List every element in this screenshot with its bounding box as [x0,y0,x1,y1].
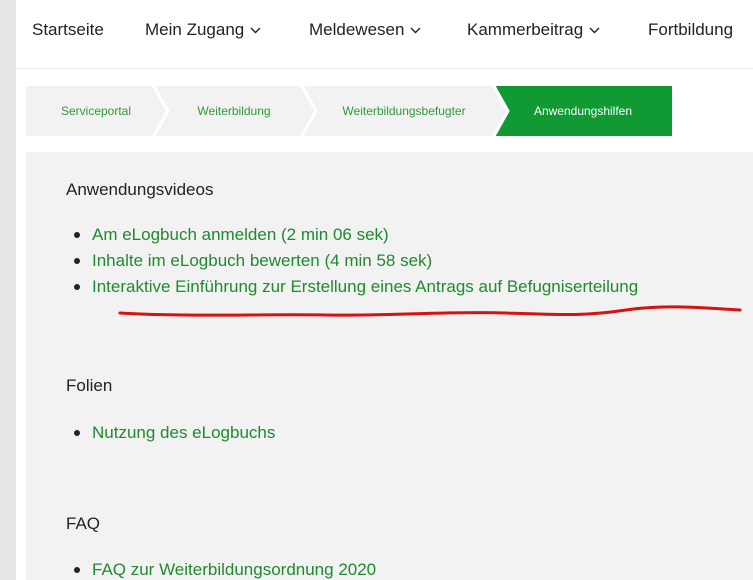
list-item: Inhalte im eLogbuch bewerten (4 min 58 s… [66,248,638,274]
list-item: FAQ zur Weiterbildungsordnung 2020 [66,557,376,580]
breadcrumb-item-weiterbildung[interactable]: Weiterbildung [154,86,314,136]
link-interaktive-einfuehrung[interactable]: Interaktive Einführung zur Erstellung ei… [92,277,638,296]
bullet-icon [74,284,80,290]
section-title-faq: FAQ [66,514,101,533]
breadcrumb: Serviceportal Weiterbildung Weiterbildun… [26,86,672,136]
nav-item-kammerbeitrag[interactable]: Kammerbeitrag [467,20,600,40]
link-am-elogbuch-anmelden[interactable]: Am eLogbuch anmelden (2 min 06 sek) [92,225,389,244]
bullet-icon [74,430,80,436]
list-item: Interaktive Einführung zur Erstellung ei… [66,274,638,300]
browser-page: Startseite Mein Zugang Meldewesen Kammer… [16,0,753,580]
breadcrumb-item-weiterbildungsbefugter[interactable]: Weiterbildungsbefugter [302,86,506,136]
section-title-anwendungsvideos: Anwendungsvideos [66,180,214,199]
breadcrumb-label: Weiterbildungsbefugter [342,104,466,118]
nav-item-meldewesen[interactable]: Meldewesen [309,20,421,40]
link-inhalte-bewerten[interactable]: Inhalte im eLogbuch bewerten (4 min 58 s… [92,251,432,270]
nav-item-label: Startseite [32,20,104,39]
nav-item-fortbildung[interactable]: Fortbildung [648,20,733,40]
breadcrumb-label: Serviceportal [60,104,132,118]
chevron-down-icon [589,27,600,34]
bullet-icon [74,232,80,238]
list-item: Am eLogbuch anmelden (2 min 06 sek) [66,222,638,248]
chevron-down-icon [410,27,421,34]
nav-item-label: Kammerbeitrag [467,20,584,39]
nav-item-startseite[interactable]: Startseite [32,20,104,40]
breadcrumb-label: Anwendungshilfen [533,104,633,118]
top-navigation: Startseite Mein Zugang Meldewesen Kammer… [16,0,753,69]
chevron-down-icon [250,27,261,34]
nav-item-label: Meldewesen [309,20,405,39]
nav-item-label: Mein Zugang [145,20,245,39]
list-item: Nutzung des eLogbuchs [66,420,275,446]
list-anwendungsvideos: Am eLogbuch anmelden (2 min 06 sek) Inha… [66,222,638,300]
breadcrumb-label: Weiterbildung [197,104,271,118]
nav-item-label: Fortbildung [648,20,734,39]
breadcrumb-item-serviceportal[interactable]: Serviceportal [26,86,166,136]
section-title-folien: Folien [66,376,113,395]
breadcrumb-item-anwendungshilfen[interactable]: Anwendungshilfen [494,86,672,136]
link-faq-weiterbildungsordnung[interactable]: FAQ zur Weiterbildungsordnung 2020 [92,560,376,579]
bullet-icon [74,258,80,264]
nav-item-mein-zugang[interactable]: Mein Zugang [145,20,261,40]
link-nutzung-elogbuch[interactable]: Nutzung des eLogbuchs [92,423,275,442]
content-panel: Anwendungsvideos Am eLogbuch anmelden (2… [26,152,753,580]
bullet-icon [74,567,80,573]
list-faq: FAQ zur Weiterbildungsordnung 2020 [66,557,376,580]
list-folien: Nutzung des eLogbuchs [66,420,275,446]
